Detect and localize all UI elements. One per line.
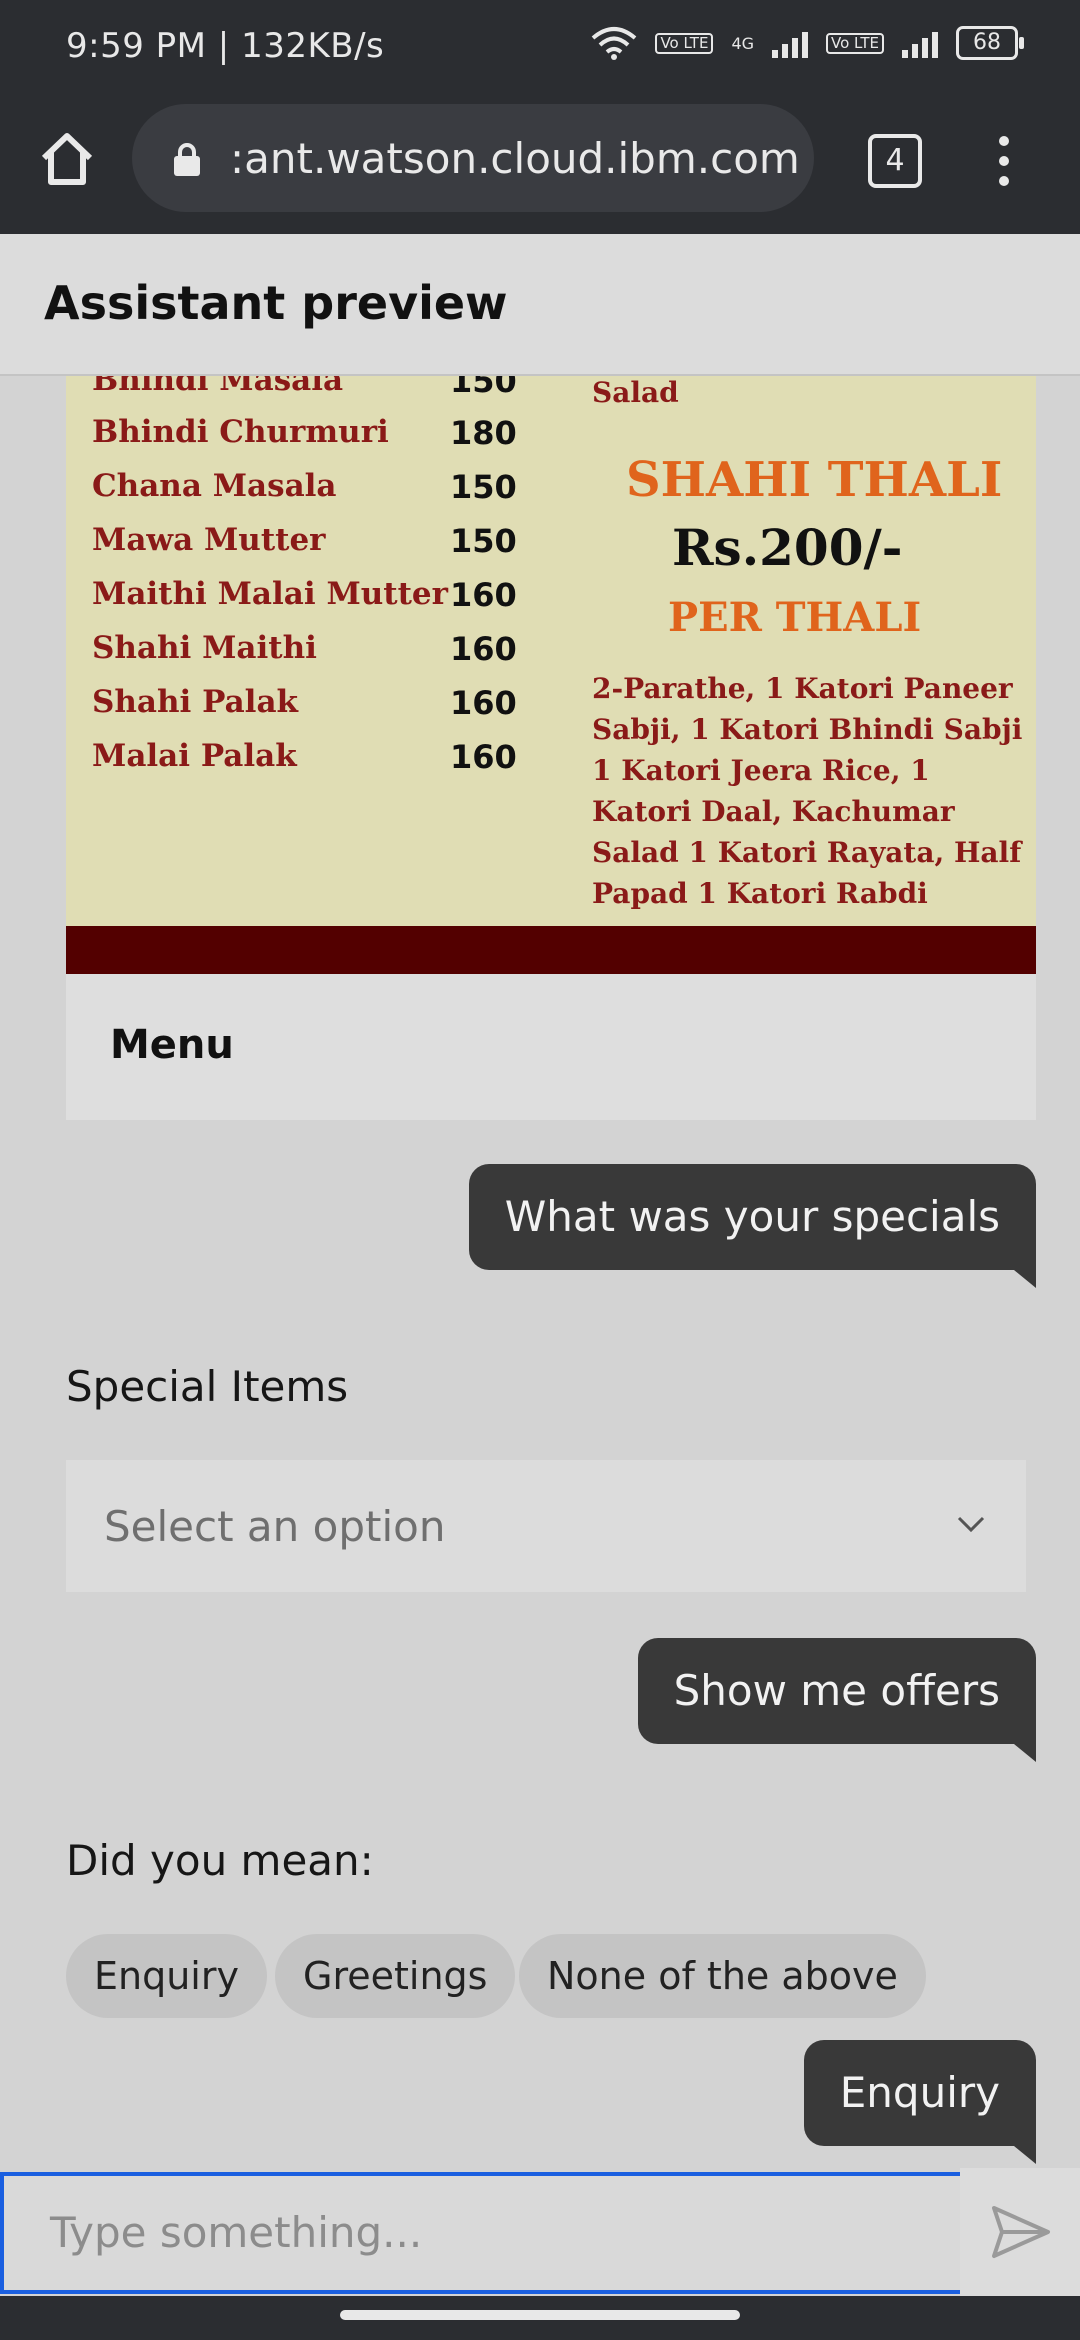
menu-item-name: Mawa Mutter [92,522,326,558]
menu-item-price: 160 [450,684,517,722]
system-nav-bar [0,2296,1080,2340]
shahi-thali-price: Rs.200/- [672,518,903,577]
option-chip-none[interactable]: None of the above [519,1934,926,2018]
menu-item-price: 160 [450,630,517,668]
browser-toolbar: :ant.watson.cloud.ibm.com 4 [0,96,1080,234]
menu-item-price: 180 [450,414,517,452]
menu-item-name: Maithi Malai Mutter [92,576,448,612]
volte-badge-2: Vo LTE [826,32,884,54]
status-time: 9:59 PM | 132KB/s [66,26,385,66]
message-input[interactable]: Type something... [0,2172,1000,2294]
signal-icon [772,28,809,58]
signal-icon-2 [902,28,938,58]
select-placeholder: Select an option [104,1502,446,1551]
menu-item-name: Chana Masala [92,468,337,504]
menu-item-price: 160 [450,738,517,776]
status-icons: Vo LTE 4G Vo LTE 68 [591,26,1024,60]
tab-switcher-button[interactable]: 4 [868,134,922,188]
menu-item-name: Bhindi Masala [92,376,344,398]
user-message: Enquiry [803,2040,1037,2164]
url-text: :ant.watson.cloud.ibm.com [230,134,800,183]
menu-image: Bhindi Masala 150 Salad Bhindi Churmuri … [66,376,1036,974]
home-icon[interactable] [34,126,100,192]
shahi-thali-title: SHAHI THALI [626,452,1003,508]
menu-item-price: 150 [450,468,517,506]
shahi-thali-description: 2-Parathe, 1 Katori Paneer Sabji, 1 Kato… [592,672,1023,910]
address-bar[interactable]: :ant.watson.cloud.ibm.com [132,104,814,212]
chevron-down-icon [957,1516,985,1533]
image-caption-card: Menu [66,974,1036,1120]
send-button[interactable] [960,2168,1080,2296]
wifi-icon [592,27,637,60]
lock-icon [174,143,200,176]
menu-text: Salad [592,376,679,409]
status-bar: 9:59 PM | 132KB/s Vo LTE 4G Vo LTE 68 [0,0,1080,96]
special-items-select[interactable]: Select an option [66,1460,1026,1592]
more-vert-icon[interactable] [990,130,1018,194]
user-message: What was your specials [468,1164,1037,1288]
menu-item-name: Shahi Palak [92,684,299,720]
send-icon [992,2206,1050,2258]
menu-item-name: Malai Palak [92,738,297,774]
battery-icon: 68 [956,26,1024,60]
menu-item-price: 150 [450,376,517,400]
did-you-mean-label: Did you mean: [66,1836,374,1885]
menu-item-name: Bhindi Churmuri [92,414,389,450]
option-chip-enquiry[interactable]: Enquiry [66,1934,267,2018]
network-type: 4G [731,33,755,53]
page-title: Assistant preview [44,276,508,330]
option-chip-greetings[interactable]: Greetings [275,1934,516,2018]
gesture-handle[interactable] [340,2310,740,2320]
menu-footer-strip [66,926,1036,974]
menu-item-price: 160 [450,576,517,614]
volte-badge: Vo LTE [655,32,714,54]
user-message: Show me offers [637,1638,1037,1762]
menu-item-name: Shahi Maithi [92,630,317,666]
image-caption: Menu [110,1022,234,1068]
shahi-thali-per: PER THALI [668,594,922,641]
assistant-header: Assistant preview [0,234,1080,376]
menu-item-price: 150 [450,522,517,560]
chat-input-area: Type something... [0,2168,1080,2296]
special-items-label: Special Items [66,1362,349,1411]
